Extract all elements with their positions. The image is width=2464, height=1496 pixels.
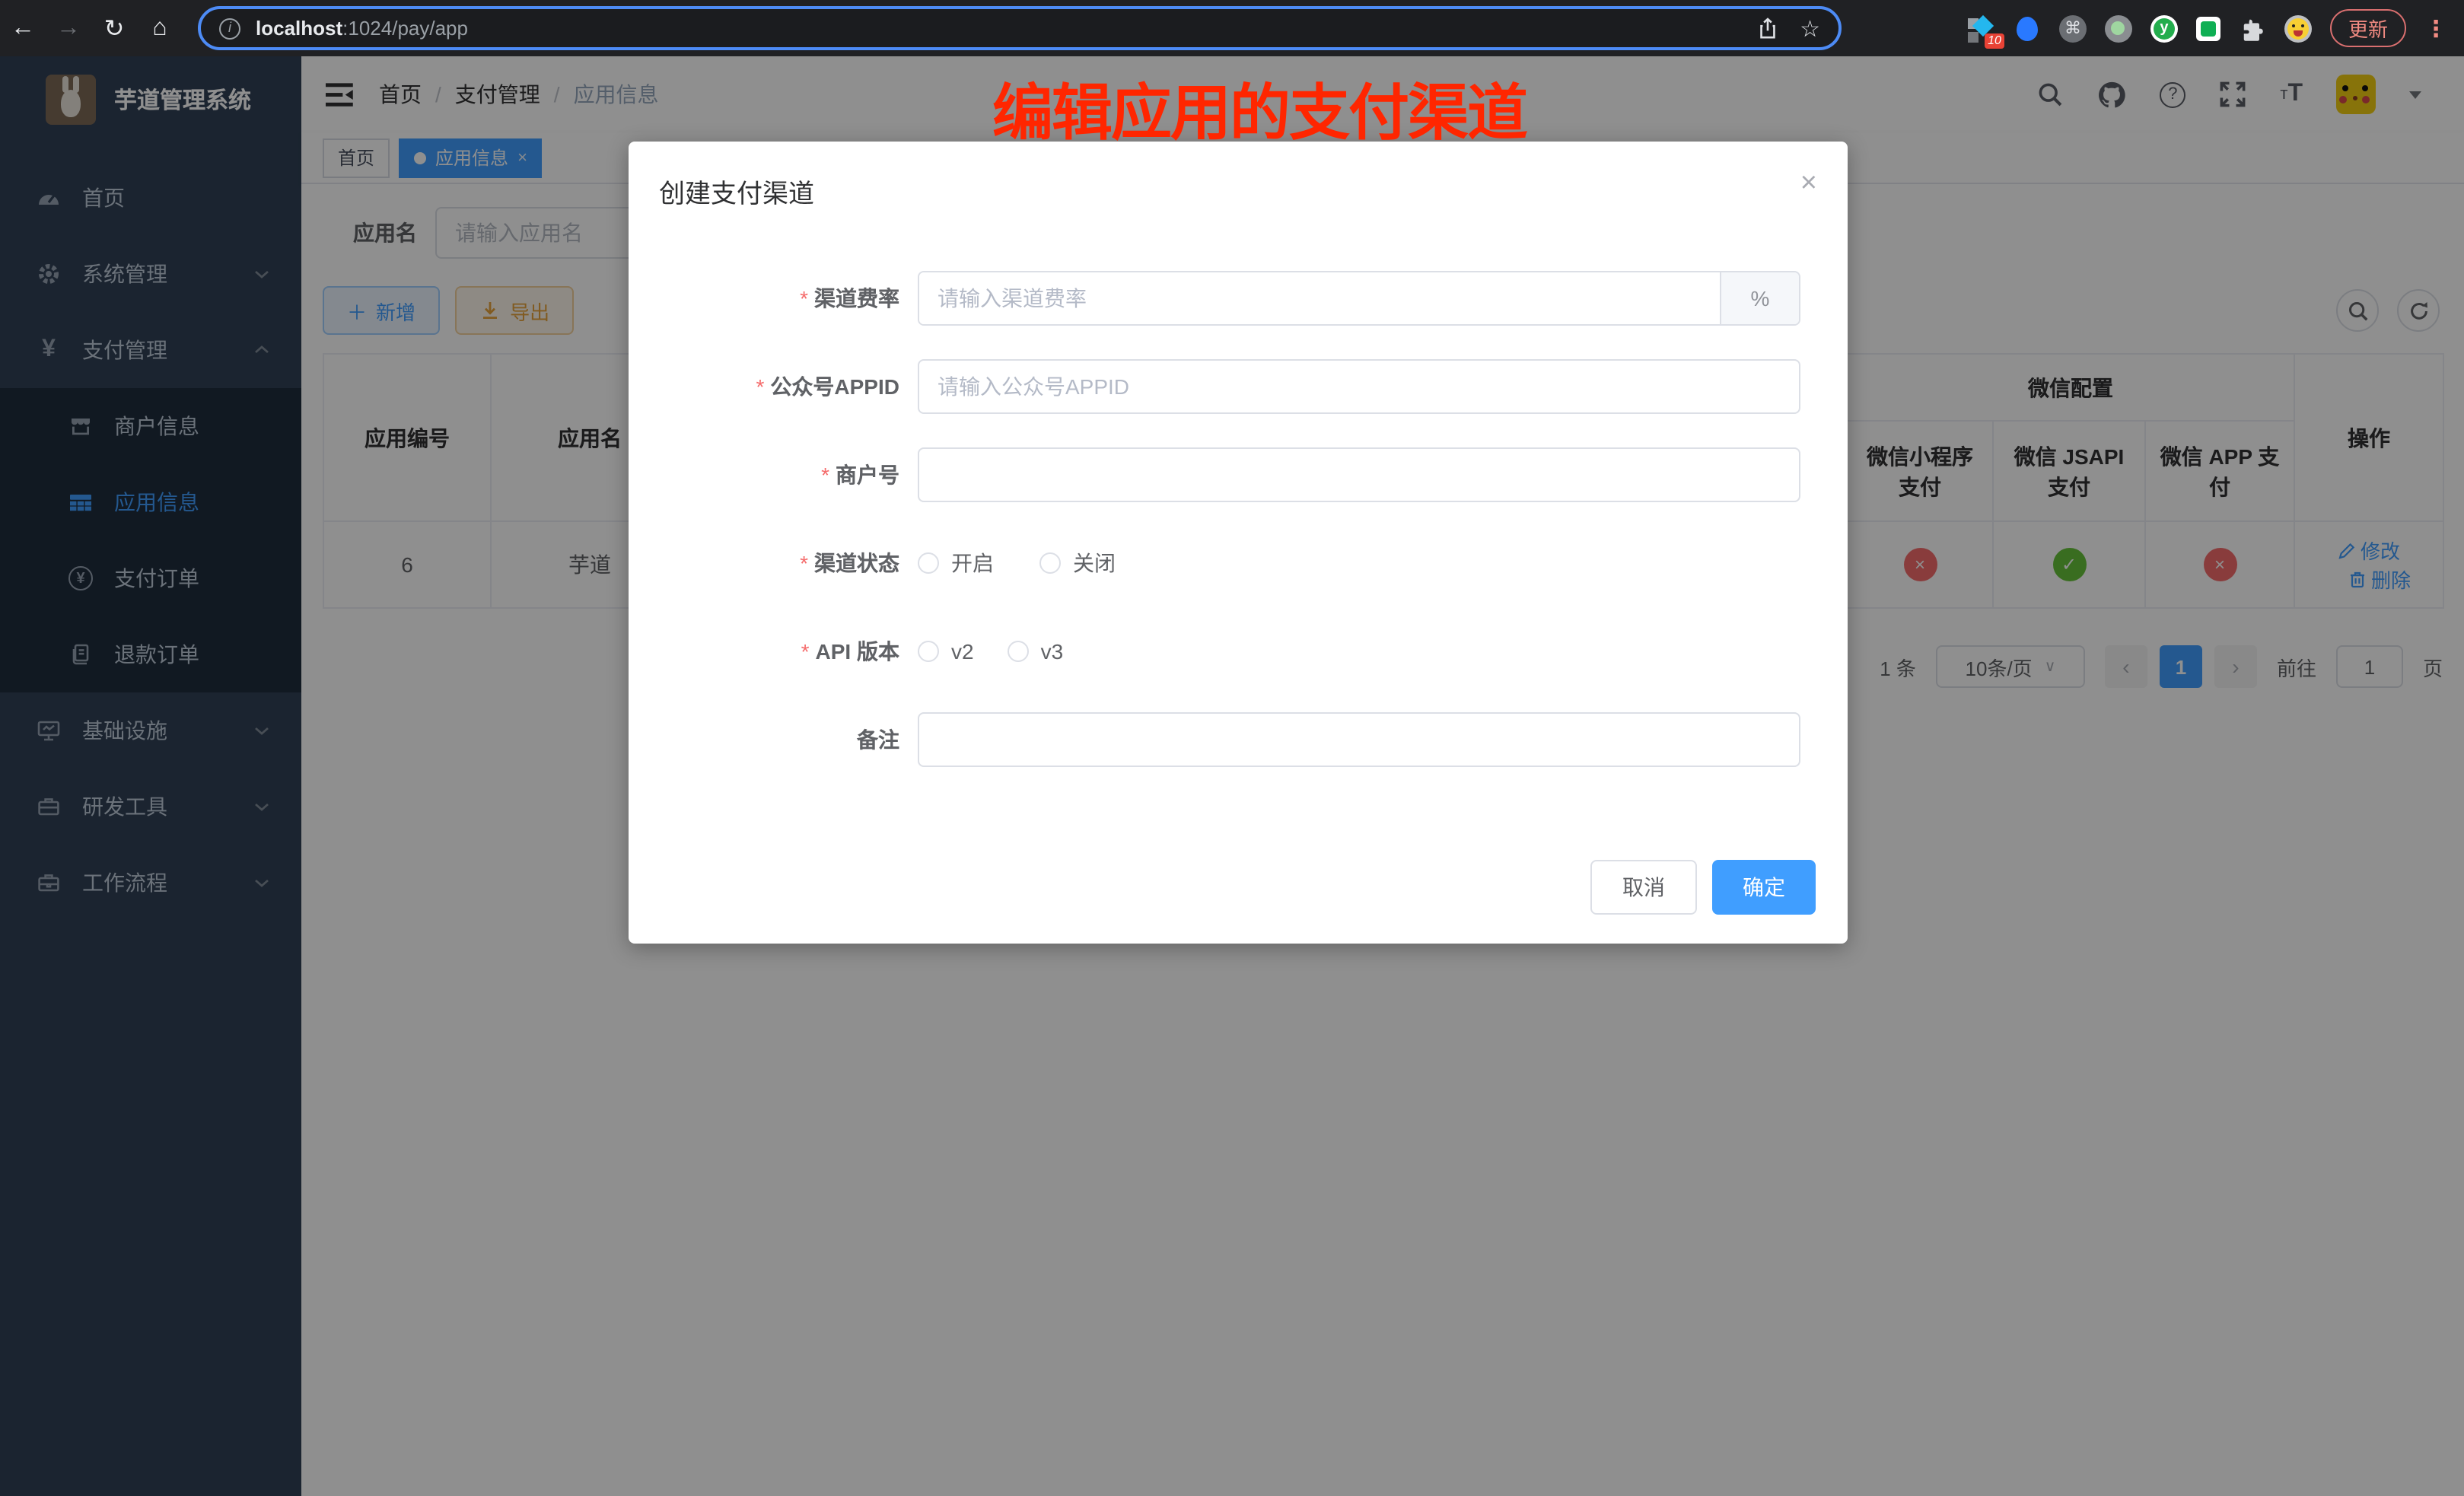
browser-update-button[interactable]: 更新 — [2330, 9, 2406, 47]
required-asterisk: * — [800, 551, 808, 575]
balloon-extension-icon[interactable] — [2014, 14, 2041, 42]
extensions-puzzle-icon[interactable] — [2239, 14, 2266, 42]
url-text: localhost:1024/pay/app — [256, 17, 468, 40]
api-v3-radio[interactable]: v3 — [1008, 639, 1064, 664]
create-payment-channel-dialog: 创建支付渠道 × *渠道费率 % *公众号APPID *商户号 — [629, 142, 1848, 944]
appid-input[interactable] — [918, 359, 1800, 414]
extension-badge: 10 — [1985, 33, 2004, 48]
back-icon[interactable]: ← — [0, 14, 46, 42]
radio-circle-icon — [918, 552, 939, 574]
radio-circle-icon — [1039, 552, 1061, 574]
required-asterisk: * — [800, 286, 808, 310]
channel-status-label: *渠道状态 — [629, 548, 918, 578]
required-asterisk: * — [821, 463, 829, 487]
screen: ← → ↻ ⌂ i localhost:1024/pay/app ☆ 10 ⌘ … — [0, 0, 2464, 1496]
lens-extension-icon[interactable]: 10 — [1968, 14, 1995, 42]
reload-icon[interactable]: ↻ — [91, 13, 137, 43]
status-open-radio[interactable]: 开启 — [918, 548, 994, 578]
dialog-title: 创建支付渠道 — [659, 180, 814, 208]
browser-extensions-area: 10 ⌘ y 更新 ⋮ — [1968, 9, 2464, 47]
channel-rate-input[interactable] — [919, 272, 1720, 324]
url-host: localhost — [256, 17, 342, 40]
confirm-button[interactable]: 确定 — [1712, 860, 1816, 915]
remark-label: 备注 — [629, 724, 918, 755]
site-info-icon[interactable]: i — [219, 18, 240, 39]
browser-menu-icon[interactable]: ⋮ — [2424, 14, 2449, 42]
merchant-id-input[interactable] — [918, 447, 1800, 502]
api-v2-radio[interactable]: v2 — [918, 639, 974, 664]
status-closed-radio[interactable]: 关闭 — [1039, 548, 1116, 578]
chat-extension-icon[interactable] — [2196, 16, 2220, 40]
forward-icon[interactable]: → — [46, 14, 91, 42]
command-extension-icon[interactable]: ⌘ — [2059, 14, 2087, 42]
home-icon[interactable]: ⌂ — [137, 14, 183, 42]
remark-input[interactable] — [918, 712, 1800, 767]
api-version-label: *API 版本 — [629, 636, 918, 667]
browser-toolbar: ← → ↻ ⌂ i localhost:1024/pay/app ☆ 10 ⌘ … — [0, 0, 2464, 56]
profile-avatar[interactable] — [2284, 14, 2312, 42]
y-extension-icon[interactable]: y — [2150, 14, 2178, 42]
radio-circle-icon — [1008, 641, 1029, 662]
close-icon[interactable]: × — [1800, 169, 1817, 198]
share-icon[interactable] — [1756, 17, 1778, 40]
merchant-id-label: *商户号 — [629, 460, 918, 490]
radio-circle-icon — [918, 641, 939, 662]
required-asterisk: * — [756, 374, 765, 399]
required-asterisk: * — [801, 639, 810, 664]
bookmark-star-icon[interactable]: ☆ — [1800, 14, 1820, 42]
appid-label: *公众号APPID — [629, 371, 918, 402]
percent-suffix: % — [1720, 272, 1799, 324]
annotation-text: 编辑应用的支付渠道 — [992, 64, 1526, 152]
cancel-button[interactable]: 取消 — [1590, 860, 1697, 915]
recorder-extension-icon[interactable] — [2105, 14, 2132, 42]
channel-rate-label: *渠道费率 — [629, 283, 918, 314]
address-bar[interactable]: i localhost:1024/pay/app ☆ — [198, 6, 1842, 50]
url-path: :1024/pay/app — [342, 17, 468, 40]
